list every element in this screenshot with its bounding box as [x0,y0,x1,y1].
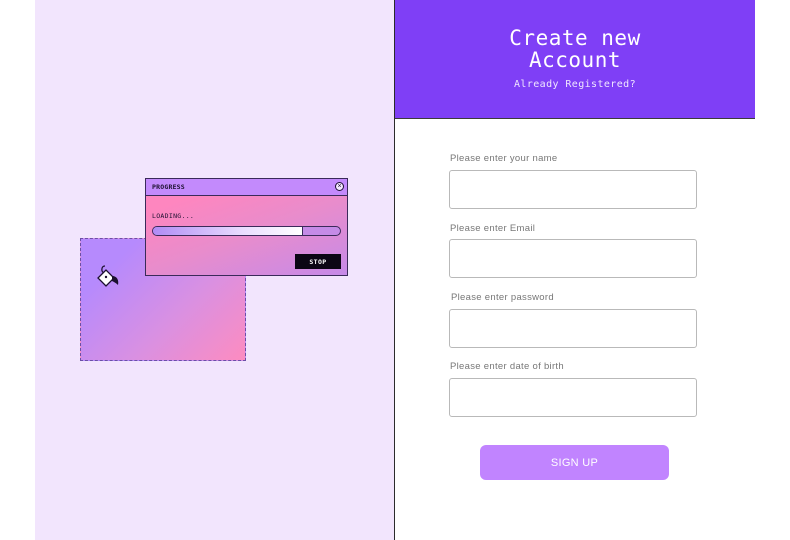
password-label: Please enter password [451,292,554,303]
email-input[interactable] [449,239,697,278]
loading-text: LOADING... [152,212,195,220]
close-icon[interactable]: × [335,182,344,191]
password-input[interactable] [449,309,697,348]
progress-window: PROGRESS × LOADING... STOP [145,178,348,276]
name-input[interactable] [449,170,697,209]
already-registered-link[interactable]: Already Registered? [395,79,755,90]
email-label: Please enter Email [450,223,536,234]
dob-label: Please enter date of birth [450,361,564,372]
progress-bar [152,226,341,236]
page-title-line1: Create new [509,26,641,50]
name-label: Please enter your name [450,153,558,164]
dob-input[interactable] [449,378,697,417]
progress-bar-fill [153,227,303,235]
paint-bucket-icon [97,265,119,287]
progress-window-titlebar: PROGRESS × [146,179,347,196]
progress-window-title: PROGRESS [152,183,185,191]
header: Create new Account Already Registered? [395,0,755,119]
page-title-line2: Account [528,48,621,72]
sign-up-button[interactable]: SIGN UP [480,445,669,480]
stop-button[interactable]: STOP [295,254,341,269]
page-title: Create new Account [395,27,755,71]
